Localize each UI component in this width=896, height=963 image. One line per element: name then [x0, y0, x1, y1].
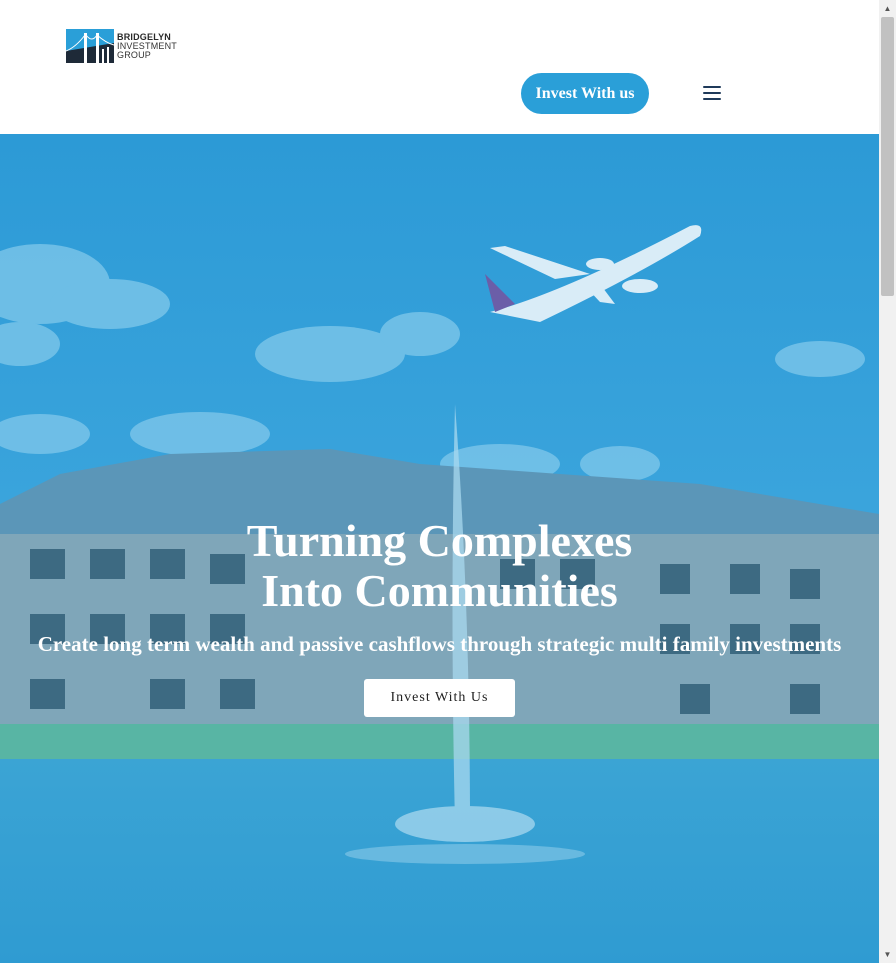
bridge-icon [66, 29, 114, 63]
vertical-scrollbar[interactable]: ▲ ▼ [879, 0, 896, 963]
site-header: BRIDGELYN INVESTMENT GROUP Invest With u… [0, 0, 879, 134]
logo-line-3: GROUP [117, 49, 152, 60]
hero-title: Turning Complexes Into Communities [0, 516, 879, 616]
hamburger-menu-icon[interactable] [703, 86, 723, 102]
scroll-down-arrow-icon[interactable]: ▼ [879, 946, 896, 963]
invest-with-us-hero-button[interactable]: Invest With Us [364, 679, 515, 717]
hero-title-line-1: Turning Complexes [246, 515, 633, 566]
hero-title-line-2: Into Communities [261, 565, 618, 616]
scroll-up-arrow-icon[interactable]: ▲ [879, 0, 896, 17]
invest-with-us-header-button[interactable]: Invest With us [521, 73, 649, 114]
scrollbar-thumb[interactable] [881, 17, 894, 296]
logo[interactable]: BRIDGELYN INVESTMENT GROUP [66, 29, 177, 63]
hero-subtitle: Create long term wealth and passive cash… [37, 632, 842, 656]
hero-section: Turning Complexes Into Communities Creat… [0, 134, 879, 963]
page: BRIDGELYN INVESTMENT GROUP Invest With u… [0, 0, 879, 963]
